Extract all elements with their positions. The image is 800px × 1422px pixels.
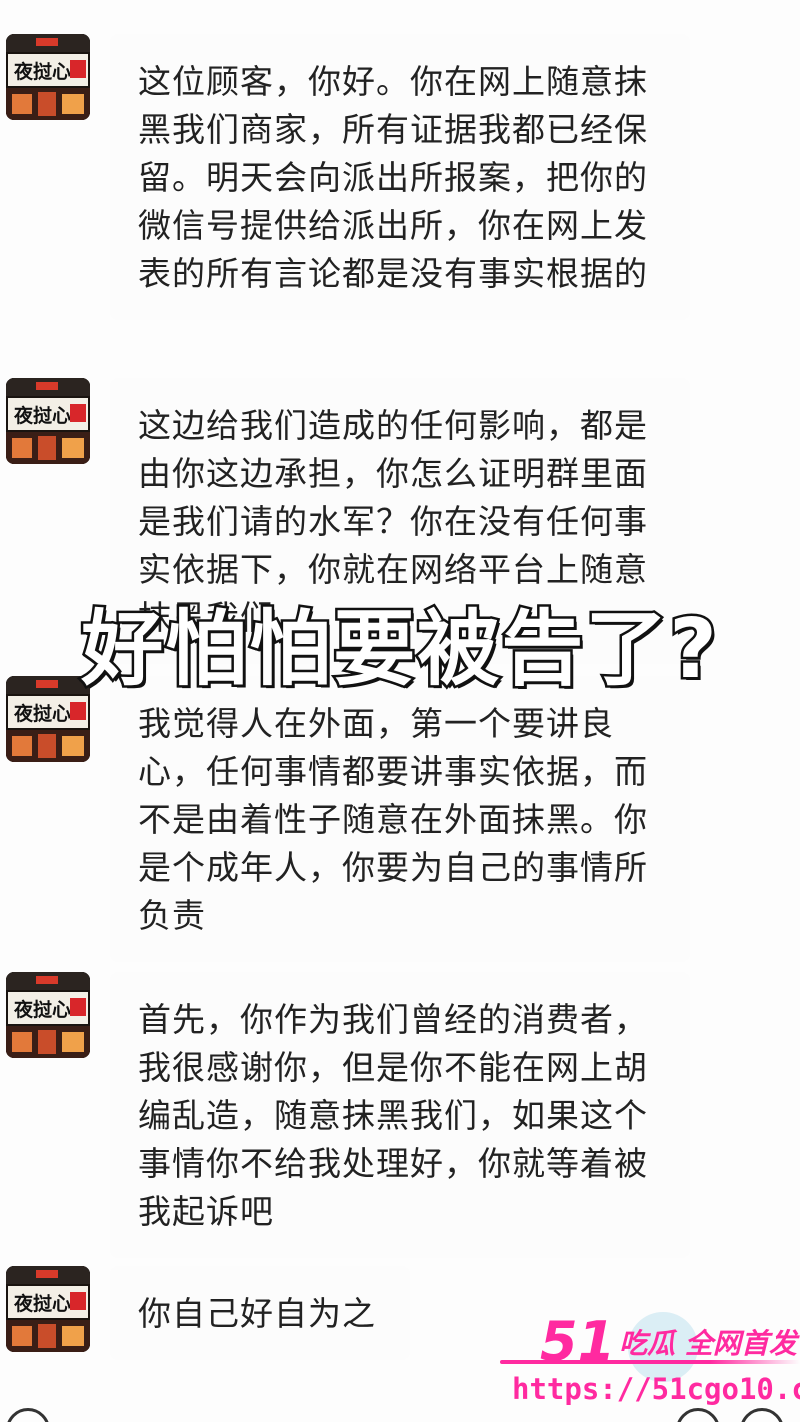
shop-avatar[interactable]: 夜挝心 <box>6 1266 90 1352</box>
avatar-sign-text: 夜挝心 <box>13 404 71 427</box>
storefront-sign-icon: 夜挝心 <box>6 1266 90 1352</box>
chat-screen: 夜挝心 这位顾客，你好。你在网上随意抹黑我们商家，所有证据我都已经保留。明天会向… <box>0 0 800 1422</box>
storefront-sign-icon: 夜挝心 <box>6 972 90 1058</box>
shop-avatar[interactable]: 夜挝心 <box>6 378 90 464</box>
shop-avatar[interactable]: 夜挝心 <box>6 972 90 1058</box>
message-text: 首先，你作为我们曾经的消费者，我很感谢你，但是你不能在网上胡编乱造，随意抹黑我们… <box>138 1000 648 1231</box>
voice-icon[interactable] <box>6 1408 50 1422</box>
bottom-toolbar <box>0 1408 800 1422</box>
avatar-sign-text: 夜挝心 <box>13 60 71 83</box>
watermark-brand-text: 吃瓜 全网首发 <box>619 1327 797 1360</box>
storefront-sign-icon: 夜挝心 <box>6 378 90 464</box>
shop-avatar[interactable]: 夜挝心 <box>6 34 90 120</box>
watermark-underline <box>500 1360 800 1364</box>
message-bubble: 首先，你作为我们曾经的消费者，我很感谢你，但是你不能在网上胡编乱造，随意抹黑我们… <box>110 972 690 1258</box>
avatar-sign-text: 夜挝心 <box>13 1292 71 1315</box>
add-icon[interactable] <box>740 1408 784 1422</box>
avatar-sign-text: 夜挝心 <box>13 702 71 725</box>
message-bubble: 这位顾客，你好。你在网上随意抹黑我们商家，所有证据我都已经保留。明天会向派出所报… <box>110 34 690 320</box>
message-bubble: 我觉得人在外面，第一个要讲良心，任何事情都要讲事实依据，而不是由着性子随意在外面… <box>110 676 690 962</box>
message-text: 这位顾客，你好。你在网上随意抹黑我们商家，所有证据我都已经保留。明天会向派出所报… <box>138 62 648 293</box>
overlay-caption: 好怕怕要被告了? <box>79 600 720 700</box>
avatar-sign-text: 夜挝心 <box>13 998 71 1021</box>
message-text: 你自己好自为之 <box>138 1294 376 1333</box>
emoji-icon[interactable] <box>676 1408 720 1422</box>
watermark-url: https://51cgo10.com <box>512 1372 800 1406</box>
message-text: 我觉得人在外面，第一个要讲良心，任何事情都要讲事实依据，而不是由着性子随意在外面… <box>138 704 648 935</box>
storefront-sign-icon: 夜挝心 <box>6 34 90 120</box>
message-bubble: 你自己好自为之 <box>110 1266 410 1360</box>
